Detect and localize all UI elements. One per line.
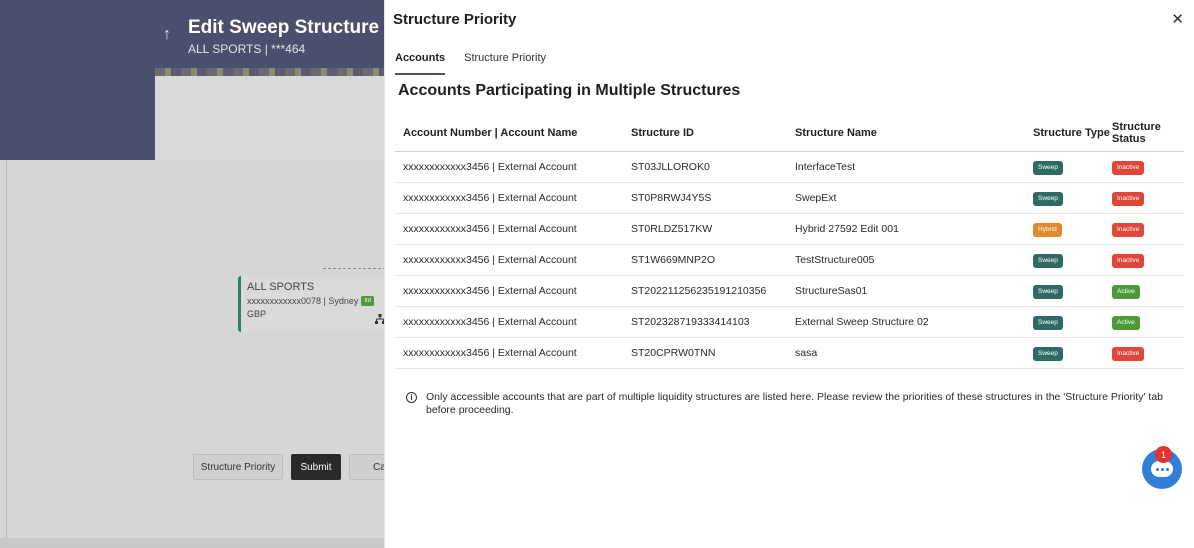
structure-status-badge: Inactive xyxy=(1112,222,1145,237)
column-header-structure-status: Structure Status xyxy=(1112,120,1161,145)
cell-structure-type: Sweep xyxy=(1033,253,1112,268)
cell-structure-id: ST20CPRW0TNN xyxy=(631,347,716,359)
cell-structure-status: Inactive xyxy=(1112,191,1184,206)
cell-structure-type: Sweep xyxy=(1033,284,1112,299)
modal-title: Structure Priority xyxy=(393,11,517,28)
cell-structure-type: Sweep xyxy=(1033,346,1112,361)
page-footer xyxy=(0,538,400,548)
chat-notification-badge: 1 xyxy=(1155,446,1172,463)
node-badge: Int xyxy=(361,296,375,306)
structure-type-badge: Sweep xyxy=(1033,315,1063,330)
cell-account: xxxxxxxxxxxx3456 | External Account xyxy=(403,285,577,297)
cell-structure-name: sasa xyxy=(795,347,818,359)
section-title: Accounts Participating in Multiple Struc… xyxy=(398,82,741,99)
cell-structure-name: InterfaceTest xyxy=(795,161,856,173)
structure-status-badge: Inactive xyxy=(1112,346,1145,361)
page-subtitle: ALL SPORTS | ***464 xyxy=(188,42,306,56)
structure-status-badge: Inactive xyxy=(1112,253,1145,268)
header-banner-image xyxy=(155,68,400,76)
cell-structure-id: ST20221125623519121035​6 xyxy=(631,285,767,297)
node-account-text: xxxxxxxxxxxx0078 | Sydney xyxy=(247,296,359,306)
structure-priority-modal: Structure Priority ✕ Accounts Structure … xyxy=(384,0,1194,548)
chat-icon xyxy=(1151,461,1173,477)
cell-structure-name: StructureSas01 xyxy=(795,285,868,297)
modal-tabs: Accounts Structure Priority xyxy=(395,52,546,75)
cell-account: xxxxxxxxxxxx3456 | External Account xyxy=(403,254,577,266)
structure-type-badge: Sweep xyxy=(1033,284,1063,299)
column-header-structure-name: Structure Name xyxy=(795,126,877,139)
column-header-account: Account Number | Account Name xyxy=(403,126,578,139)
cell-structure-status: Active xyxy=(1112,284,1184,299)
info-note: i Only accessible accounts that are part… xyxy=(406,391,1181,417)
cell-account: xxxxxxxxxxxx3456 | External Account xyxy=(403,347,577,359)
table-row[interactable]: xxxxxxxxxxxx3456 | External Account ST03J… xyxy=(395,152,1184,183)
cell-structure-type: Sweep xyxy=(1033,315,1112,330)
column-header-structure-type: Structure Type xyxy=(1033,126,1110,139)
structure-type-badge: Sweep xyxy=(1033,160,1063,175)
cell-structure-id: ST1W669MNP2O xyxy=(631,254,716,266)
cell-structure-name: External Sweep Structure 02 xyxy=(795,316,929,328)
node-account: xxxxxxxxxxxx0078 | Sydney Int xyxy=(247,296,394,306)
cell-structure-type: Sweep xyxy=(1033,191,1112,206)
cell-structure-id: ST03JLLOROK0 xyxy=(631,161,710,173)
close-icon[interactable]: ✕ xyxy=(1171,10,1184,28)
structure-priority-button[interactable]: Structure Priority xyxy=(193,454,283,480)
cell-account: xxxxxxxxxxxx3456 | External Account xyxy=(403,192,577,204)
cell-structure-status: Inactive xyxy=(1112,222,1184,237)
table-row[interactable]: xxxxxxxxxxxx3456 | External Account ST20C… xyxy=(395,338,1184,369)
cell-structure-type: Hybrid xyxy=(1033,222,1112,237)
cell-structure-status: Active xyxy=(1112,315,1184,330)
tab-accounts[interactable]: Accounts xyxy=(395,52,446,75)
info-note-text: Only accessible accounts that are part o… xyxy=(426,391,1164,416)
structure-status-badge: Inactive xyxy=(1112,191,1145,206)
cell-structure-id: ST0RLDZ517KW xyxy=(631,223,713,235)
cell-structure-name: Hybrid 27592 Edit 001 xyxy=(795,223,899,235)
structure-status-badge: Inactive xyxy=(1112,160,1145,175)
cell-structure-status: Inactive xyxy=(1112,160,1184,175)
back-arrow-icon[interactable]: ↑ xyxy=(163,26,171,44)
table-header: Account Number | Account Name Structure … xyxy=(395,114,1184,152)
table-row[interactable]: xxxxxxxxxxxx3456 | External Account ST202… xyxy=(395,276,1184,307)
table-row[interactable]: xxxxxxxxxxxx3456 | External Account ST0RL… xyxy=(395,214,1184,245)
column-header-structure-id: Structure ID xyxy=(631,126,694,139)
table-row[interactable]: xxxxxxxxxxxx3456 | External Account ST1W6… xyxy=(395,245,1184,276)
cell-structure-id: ST202328719333414103 xyxy=(631,316,750,328)
cell-structure-id: ST0P8RWJ4Y5S xyxy=(631,192,712,204)
cell-structure-name: SwepExt xyxy=(795,192,837,204)
cell-account: xxxxxxxxxxxx3456 | External Account xyxy=(403,223,577,235)
structure-type-badge: Sweep xyxy=(1033,191,1063,206)
cell-structure-type: Sweep xyxy=(1033,160,1112,175)
cell-account: xxxxxxxxxxxx3456 | External Account xyxy=(403,316,577,328)
table-row[interactable]: xxxxxxxxxxxx3456 | External Account ST0P8… xyxy=(395,183,1184,214)
accounts-table: Account Number | Account Name Structure … xyxy=(395,114,1184,369)
tab-structure-priority[interactable]: Structure Priority xyxy=(464,52,546,75)
structure-canvas xyxy=(6,160,400,538)
table-body: xxxxxxxxxxxx3456 | External Account ST03J… xyxy=(395,152,1184,369)
cell-structure-status: Inactive xyxy=(1112,346,1184,361)
structure-status-badge: Active xyxy=(1112,284,1140,299)
info-icon: i xyxy=(406,392,417,403)
table-row[interactable]: xxxxxxxxxxxx3456 | External Account ST202… xyxy=(395,307,1184,338)
submit-button[interactable]: Submit xyxy=(291,454,341,480)
structure-type-badge: Sweep xyxy=(1033,346,1063,361)
cell-account: xxxxxxxxxxxx3456 | External Account xyxy=(403,161,577,173)
header-panel xyxy=(155,76,400,160)
node-name: ALL SPORTS xyxy=(247,281,315,293)
cell-structure-status: Inactive xyxy=(1112,253,1184,268)
structure-type-badge: Sweep xyxy=(1033,253,1063,268)
page-title: Edit Sweep Structure xyxy=(188,17,380,38)
node-currency: GBP xyxy=(247,309,267,319)
cell-structure-name: TestStructure005 xyxy=(795,254,875,266)
structure-type-badge: Hybrid xyxy=(1033,222,1062,237)
structure-status-badge: Active xyxy=(1112,315,1140,330)
